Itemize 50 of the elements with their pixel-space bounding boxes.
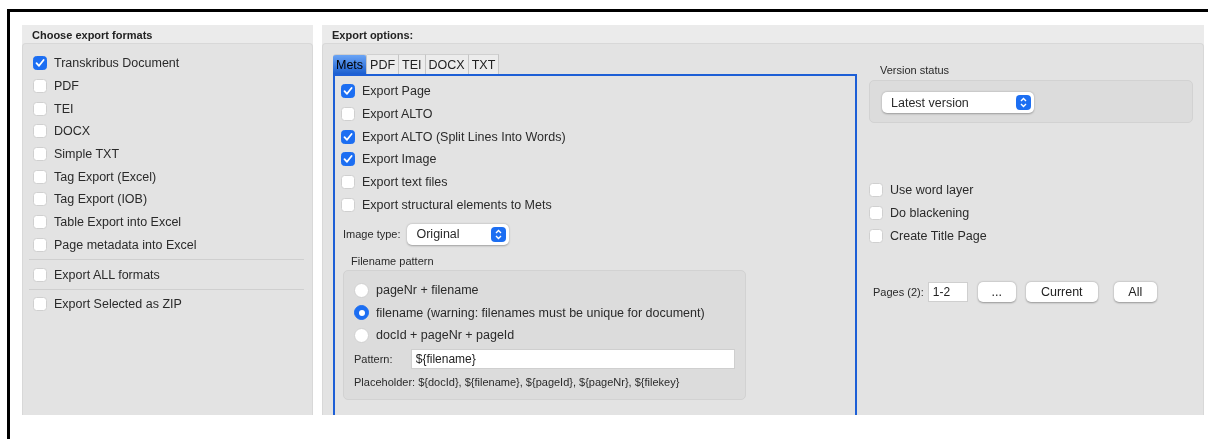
checkbox[interactable] [341,84,355,99]
radio-label: pageNr + filename [376,283,479,298]
pattern-field[interactable]: ${filename} [410,348,735,369]
tab[interactable]: DOCX [425,54,469,74]
checkbox-label: Do blackening [890,206,970,221]
checkbox[interactable] [341,129,355,144]
checkbox-label: Tag Export (IOB) [54,192,148,207]
checkbox-label: Export structural elements to Mets [362,197,552,212]
tab[interactable]: Mets [333,54,368,74]
checkbox[interactable] [341,152,355,167]
button[interactable]: All [1113,282,1157,303]
checkbox-label: Use word layer [890,183,974,198]
pages-field[interactable]: 1-2 [927,282,968,303]
checkbox-label: Simple TXT [54,147,120,162]
checkbox-label: Export Selected as ZIP [54,297,182,312]
button[interactable]: Current [1025,282,1098,303]
button[interactable]: ... [977,282,1016,303]
radio-button[interactable] [354,305,369,321]
checkbox-label: Export ALL formats [54,267,160,282]
tab[interactable]: TEI [399,54,426,74]
chevron-icon [491,226,507,242]
radio-label: docId + pageNr + pageId [376,328,515,343]
checkbox-label: Export Image [362,152,437,167]
chevron-icon [1016,95,1031,110]
checkbox-label: Page metadata into Excel [54,237,197,252]
panel-title: Export options: [331,28,415,43]
checkbox-label: Export ALTO (Split Lines Into Words) [362,129,566,144]
dropdown[interactable]: Original [407,223,510,245]
checkbox-label: PDF [54,79,79,94]
tab[interactable]: PDF [367,54,400,74]
checkbox-label: Export text files [362,175,448,190]
checkbox-label: Export Page [362,84,431,99]
checkbox[interactable] [33,56,47,71]
checkbox-label: Transkribus Document [54,56,180,71]
field-label: Image type: [343,228,401,241]
radio-label: filename (warning: filenames must be unique for document) [376,305,705,320]
checkbox-label: Tag Export (Excel) [54,169,157,184]
checkbox-label: DOCX [54,124,91,139]
checkbox-label: Export ALTO [362,107,433,122]
checkbox-label: TEI [54,101,74,116]
help-text: Placeholder: ${docId}, ${filename}, ${pageId}, ${pageNr}, ${filekey} [354,375,680,388]
checkbox-label: Table Export into Excel [54,215,182,230]
checkbox-label: Create Title Page [890,228,987,243]
panel-title: Choose export formats [31,28,154,43]
group-title: Version status [879,64,951,76]
field-label: Pattern: [354,352,394,365]
dropdown[interactable]: Latest version [882,92,1034,113]
field-label: Pages (2): [873,286,924,299]
group-title: Filename pattern [351,255,434,268]
tab[interactable]: TXT [468,54,500,74]
